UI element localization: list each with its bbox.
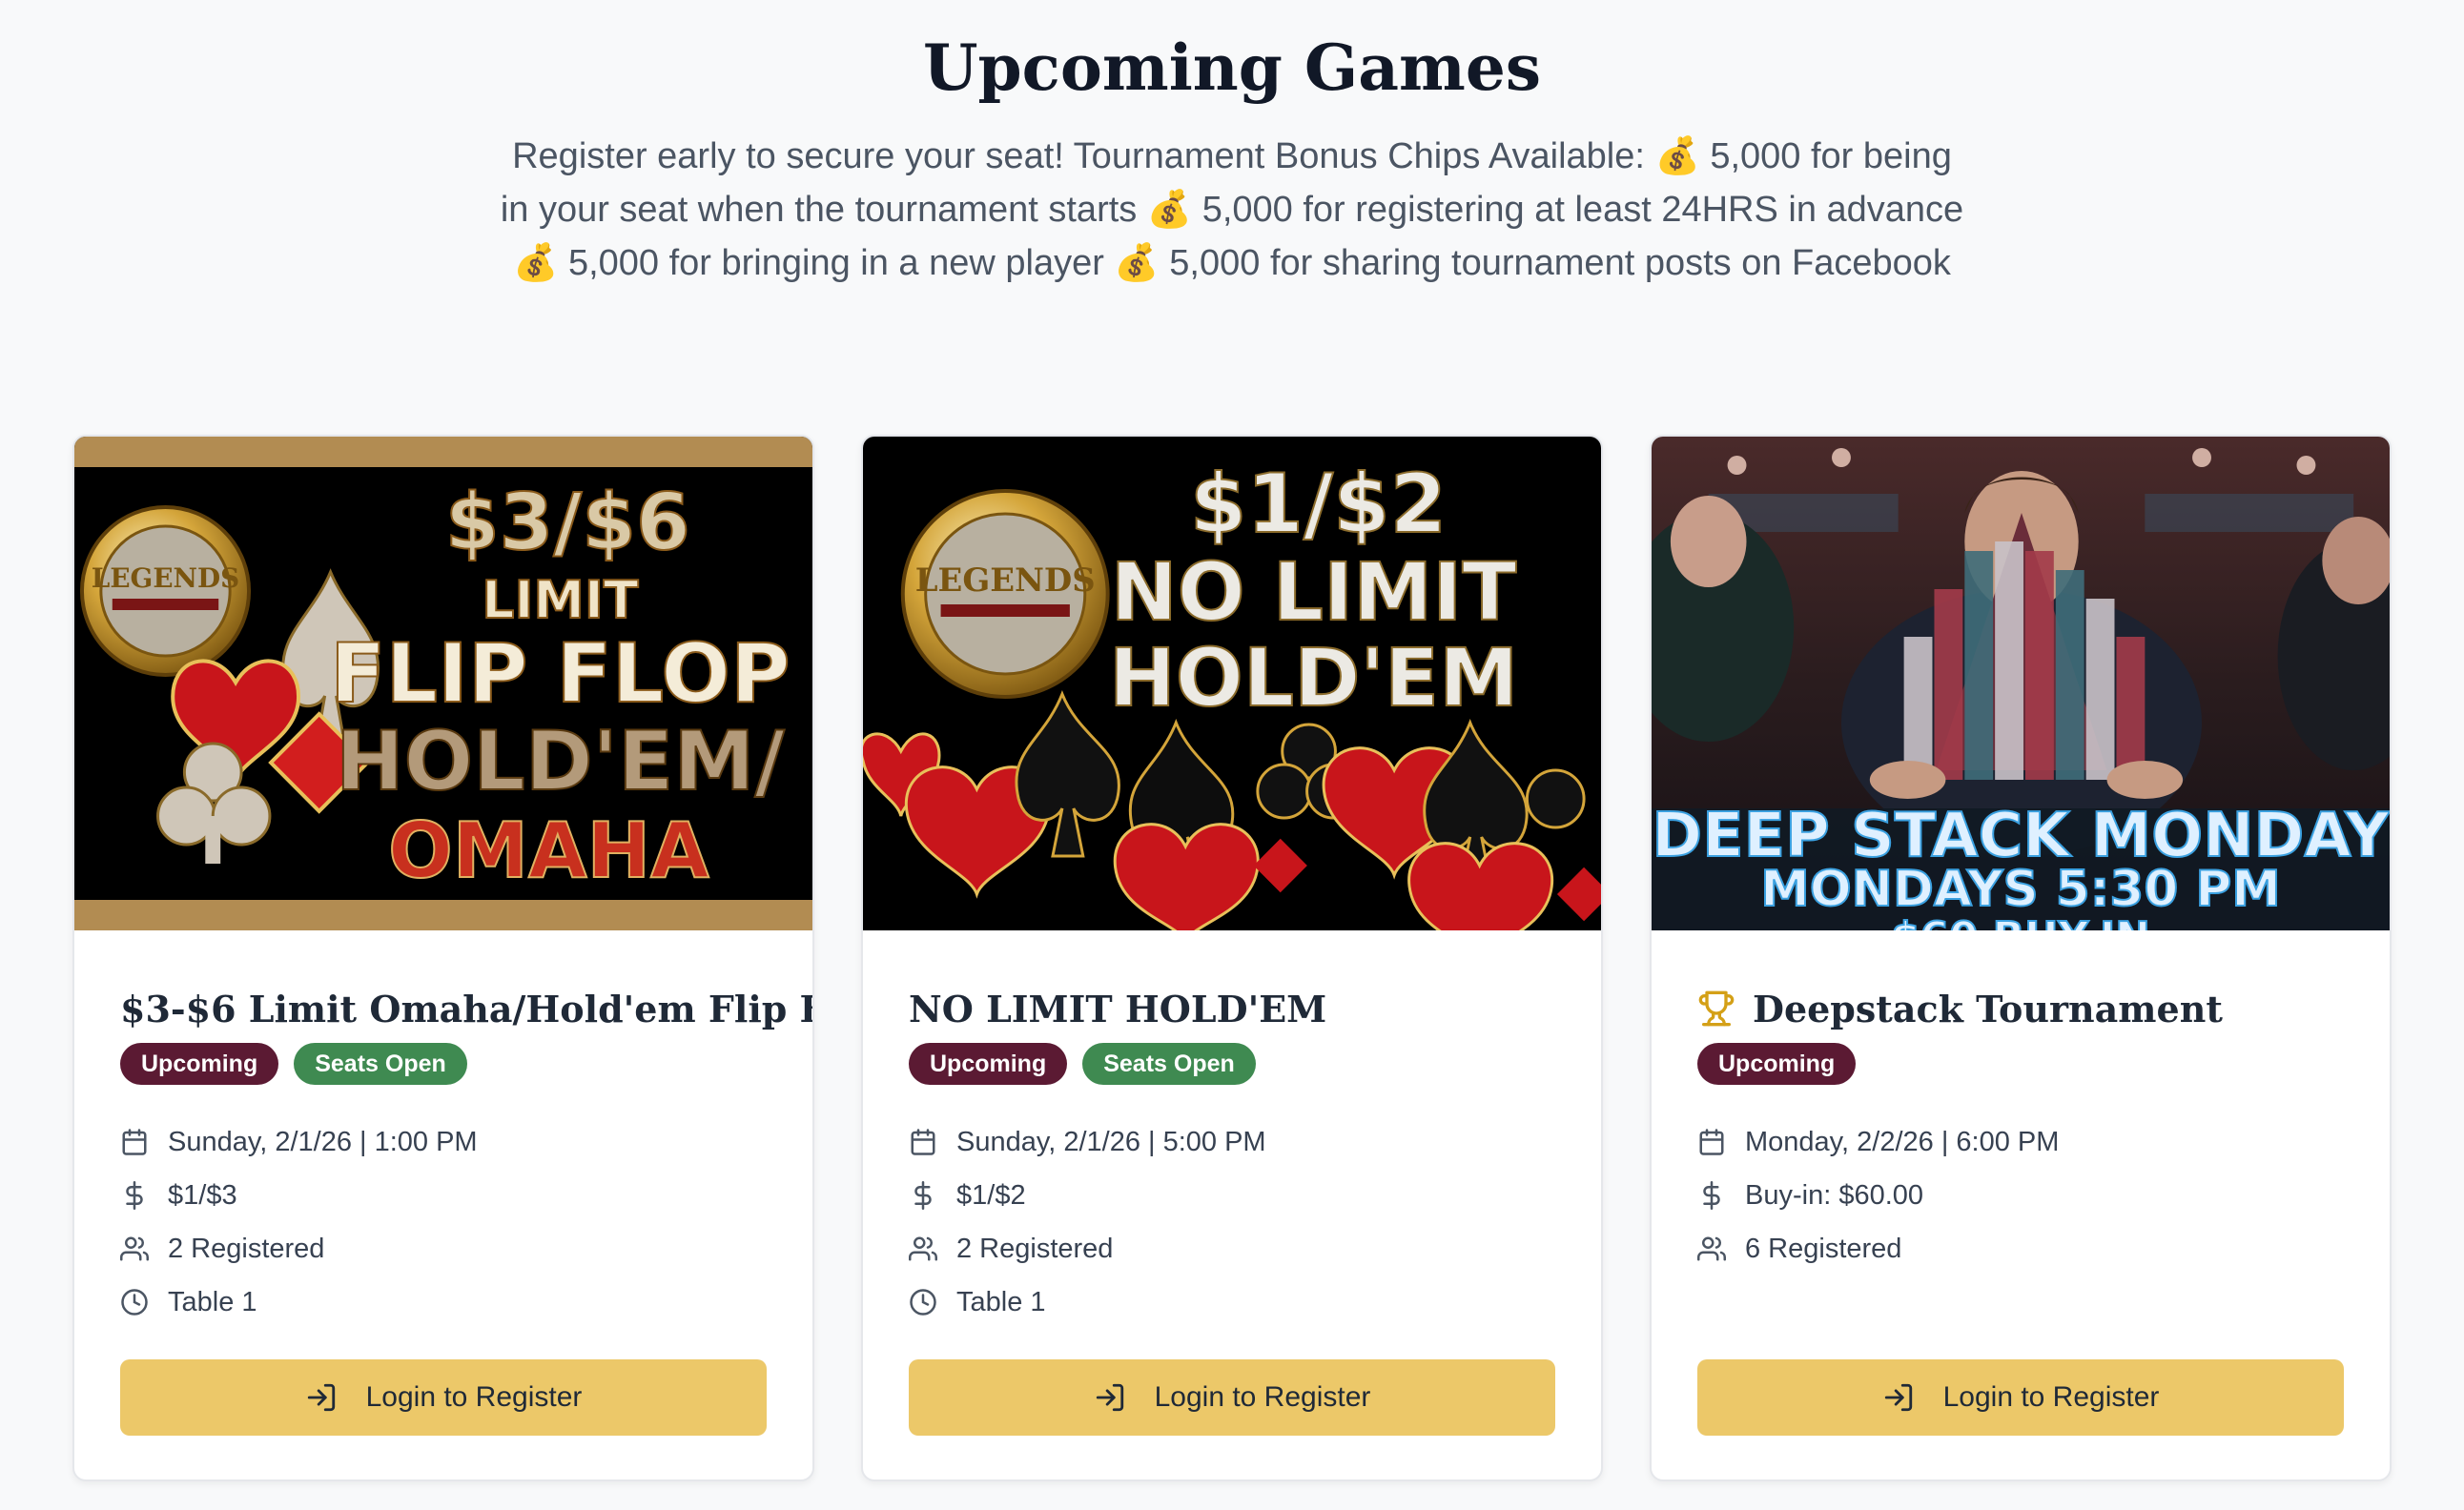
game-poster-image: LEGENDS $3/$6 LIMIT FLIP FLOP HOLD'EM/ O… xyxy=(74,437,812,930)
login-to-register-button[interactable]: Login to Register xyxy=(1697,1359,2344,1436)
game-title: Deepstack Tournament xyxy=(1697,980,2351,1037)
game-poster-image: LEGENDS $1/$2 NO LIMIT HOLD'EM xyxy=(863,437,1601,930)
status-badge-seats-open: Seats Open xyxy=(294,1043,467,1085)
game-details: Monday, 2/2/26 | 6:00 PM Buy-in: $60.00 … xyxy=(1697,1115,2059,1275)
trophy-icon xyxy=(1698,990,1735,1027)
clock-icon xyxy=(910,1289,936,1316)
badge-group: Upcoming Seats Open xyxy=(120,1043,467,1085)
game-title: NO LIMIT HOLD'EM xyxy=(909,987,1327,1030)
login-to-register-button[interactable]: Login to Register xyxy=(120,1359,767,1436)
status-badge-upcoming: Upcoming xyxy=(120,1043,279,1085)
users-icon xyxy=(909,1236,937,1261)
svg-text:LEGENDS: LEGENDS xyxy=(92,562,239,594)
game-title: $3-$6 Limit Omaha/Hold'em Flip Flop xyxy=(120,987,814,1030)
status-badge-upcoming: Upcoming xyxy=(909,1043,1068,1085)
users-icon xyxy=(120,1236,149,1261)
calendar-icon xyxy=(1699,1129,1724,1155)
page-title: Upcoming Games xyxy=(922,31,1542,105)
status-badge-seats-open: Seats Open xyxy=(1082,1043,1256,1085)
svg-text:$60 BUY-IN: $60 BUY-IN xyxy=(1891,913,2150,930)
login-icon xyxy=(307,1383,335,1412)
games-grid: LEGENDS $3/$6 LIMIT FLIP FLOP HOLD'EM/ O… xyxy=(72,435,2392,1481)
dollar-icon xyxy=(914,1181,932,1210)
page: Upcoming Games Register early to secure … xyxy=(0,0,2464,1510)
svg-text:HOLD'EM: HOLD'EM xyxy=(1109,631,1518,724)
calendar-icon xyxy=(122,1129,147,1155)
status-badge-upcoming: Upcoming xyxy=(1697,1043,1857,1085)
calendar-icon xyxy=(911,1129,935,1155)
game-card: DEEP STACK MONDAY MONDAYS 5:30 PM $60 BU… xyxy=(1650,435,2392,1481)
page-subtitle: Register early to secure your seat! Tour… xyxy=(500,136,1964,283)
login-icon xyxy=(1884,1383,1912,1412)
login-icon xyxy=(1096,1383,1123,1412)
game-details: Sunday, 2/1/26 | 5:00 PM $1/$2 2 Registe… xyxy=(909,1115,1266,1329)
svg-text:LEGENDS: LEGENDS xyxy=(915,561,1096,599)
game-registered: 2 Registered xyxy=(909,1222,1266,1275)
game-registered: 2 Registered xyxy=(120,1222,478,1275)
game-date: Monday, 2/2/26 | 6:00 PM xyxy=(1697,1115,2059,1169)
dollar-icon xyxy=(1703,1181,1720,1210)
game-details: Sunday, 2/1/26 | 1:00 PM $1/$3 2 Registe… xyxy=(120,1115,478,1329)
svg-text:HOLD'EM/: HOLD'EM/ xyxy=(336,714,786,809)
game-date: Sunday, 2/1/26 | 5:00 PM xyxy=(909,1115,1266,1169)
svg-text:FLIP FLOP: FLIP FLOP xyxy=(330,626,791,722)
game-buy-in: Buy-in: $60.00 xyxy=(1697,1169,2059,1222)
clock-icon xyxy=(121,1289,148,1316)
game-card: LEGENDS $1/$2 NO LIMIT HOLD'EM NO LIMIT … xyxy=(861,435,1603,1481)
game-table: Table 1 xyxy=(909,1275,1266,1329)
game-registered: 6 Registered xyxy=(1697,1222,2059,1275)
svg-text:$1/$2: $1/$2 xyxy=(1190,457,1447,552)
game-table: Table 1 xyxy=(120,1275,478,1329)
dollar-icon xyxy=(126,1181,143,1210)
svg-text:$3/$6: $3/$6 xyxy=(445,478,690,568)
game-poster-image: DEEP STACK MONDAY MONDAYS 5:30 PM $60 BU… xyxy=(1652,437,2390,930)
svg-text:MONDAYS 5:30 PM: MONDAYS 5:30 PM xyxy=(1760,861,2281,918)
game-stakes: $1/$2 xyxy=(909,1169,1266,1222)
badge-group: Upcoming xyxy=(1697,1043,1857,1085)
game-card: LEGENDS $3/$6 LIMIT FLIP FLOP HOLD'EM/ O… xyxy=(72,435,814,1481)
users-icon xyxy=(1697,1236,1726,1261)
svg-text:NO LIMIT: NO LIMIT xyxy=(1111,545,1517,639)
login-to-register-button[interactable]: Login to Register xyxy=(909,1359,1555,1436)
badge-group: Upcoming Seats Open xyxy=(909,1043,1256,1085)
svg-text:LIMIT: LIMIT xyxy=(482,570,639,630)
game-date: Sunday, 2/1/26 | 1:00 PM xyxy=(120,1115,478,1169)
game-stakes: $1/$3 xyxy=(120,1169,478,1222)
svg-text:OMAHA: OMAHA xyxy=(388,806,709,895)
